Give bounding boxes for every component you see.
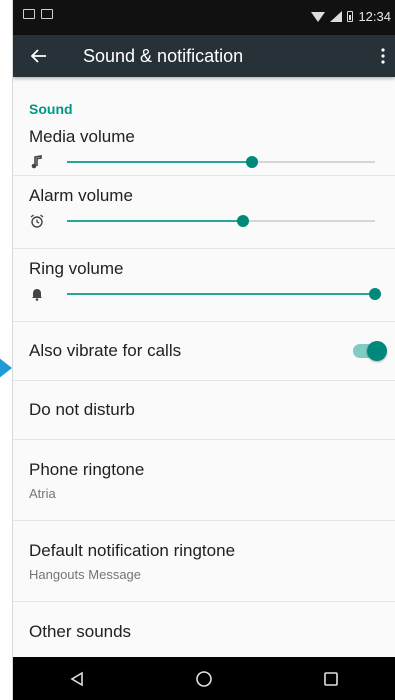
- app-bar: Sound & notification: [13, 35, 395, 77]
- screenshot-icon: [41, 9, 53, 19]
- alarm-clock-icon: [30, 214, 44, 228]
- notification-ringtone-row[interactable]: Default notification ringtone Hangouts M…: [13, 521, 395, 602]
- navigation-bar: [13, 657, 395, 700]
- media-volume-fill: [67, 161, 252, 163]
- section-header-sound: Sound: [29, 101, 73, 117]
- vibrate-row[interactable]: Also vibrate for calls: [13, 322, 395, 381]
- status-bar: 12:34: [13, 0, 395, 35]
- other-sounds-row[interactable]: Other sounds: [13, 602, 395, 657]
- nav-home-button[interactable]: [184, 664, 224, 694]
- ring-volume-fill: [67, 293, 375, 295]
- status-right: 12:34: [311, 9, 391, 24]
- vibrate-toggle[interactable]: [353, 341, 387, 361]
- ring-volume-label: Ring volume: [29, 259, 124, 278]
- signal-icon: [330, 11, 343, 22]
- pointer-arrow-icon: [0, 358, 12, 378]
- ring-volume-slider[interactable]: [67, 288, 381, 300]
- back-button[interactable]: [23, 41, 55, 71]
- alarm-volume-thumb[interactable]: [236, 215, 249, 227]
- media-volume-slider[interactable]: [67, 156, 375, 168]
- notification-icons: [23, 9, 53, 19]
- toggle-knob: [367, 341, 387, 361]
- do-not-disturb-row[interactable]: Do not disturb: [13, 381, 395, 440]
- settings-list: Sound Media volume Alarm volume Ring vol…: [13, 77, 395, 657]
- vibrate-label: Also vibrate for calls: [29, 341, 182, 360]
- notification-ringtone-label: Default notification ringtone: [29, 541, 236, 560]
- alarm-volume-slider[interactable]: [67, 215, 375, 227]
- alarm-volume-row: Alarm volume: [13, 176, 395, 249]
- media-volume-row: Media volume: [13, 119, 395, 176]
- other-sounds-label: Other sounds: [29, 622, 132, 641]
- square-recents-icon: [324, 671, 339, 686]
- arrow-back-icon: [31, 49, 46, 63]
- frame-border: [12, 0, 13, 700]
- phone-screen: 12:34 Sound & notification Sound Media v…: [13, 0, 395, 700]
- nav-back-button[interactable]: [57, 664, 97, 694]
- triangle-back-icon: [70, 671, 83, 686]
- media-volume-thumb[interactable]: [245, 156, 258, 168]
- phone-ringtone-label: Phone ringtone: [29, 460, 145, 479]
- clock: 12:34: [358, 9, 391, 24]
- battery-icon: [347, 11, 354, 22]
- notification-ringtone-value: Hangouts Message: [29, 567, 142, 582]
- music-note-icon: [30, 155, 44, 169]
- alarm-volume-fill: [67, 220, 243, 222]
- alarm-volume-label: Alarm volume: [29, 186, 133, 205]
- nav-recents-button[interactable]: [311, 664, 351, 694]
- left-margin: [0, 0, 12, 700]
- more-options-button[interactable]: [373, 41, 393, 71]
- do-not-disturb-label: Do not disturb: [29, 400, 135, 419]
- wifi-icon: [311, 11, 326, 22]
- circle-home-icon: [196, 670, 212, 687]
- phone-ringtone-value: Atria: [29, 486, 56, 501]
- phone-ringtone-row[interactable]: Phone ringtone Atria: [13, 440, 395, 521]
- media-volume-label: Media volume: [29, 127, 135, 146]
- ring-volume-thumb[interactable]: [369, 288, 381, 300]
- ring-volume-row: Ring volume: [13, 249, 395, 322]
- page-title: Sound & notification: [83, 46, 244, 66]
- bell-icon: [30, 287, 44, 301]
- more-vert-icon: [381, 48, 385, 64]
- message-icon: [23, 9, 35, 19]
